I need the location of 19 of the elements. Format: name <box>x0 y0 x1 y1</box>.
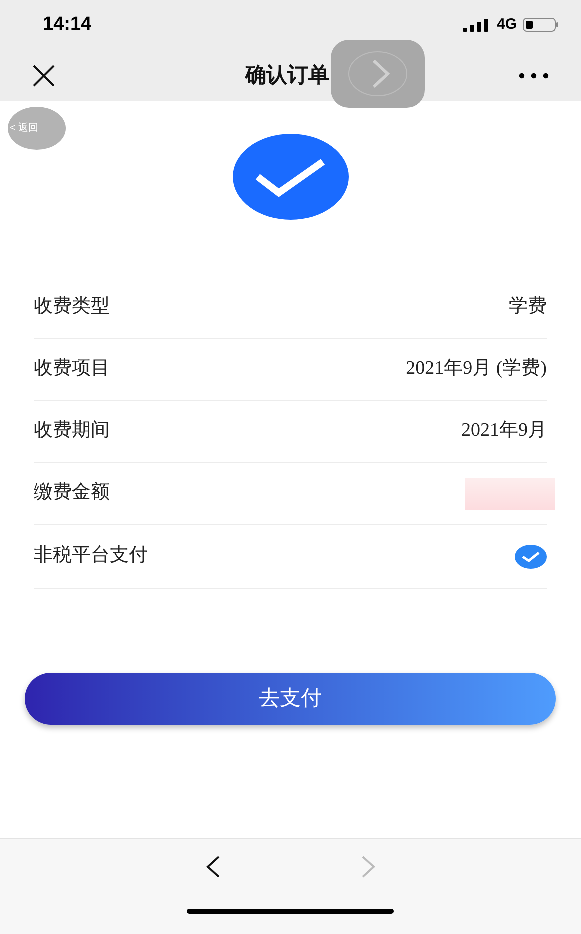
success-check-icon <box>232 134 348 220</box>
chevron-right-icon <box>348 51 408 97</box>
row-label: 收费期间 <box>34 419 110 444</box>
row-label: 缴费金额 <box>34 481 110 506</box>
row-label: 非税平台支付 <box>34 544 148 568</box>
close-icon[interactable] <box>32 64 56 88</box>
pay-button[interactable]: 去支付 <box>25 673 556 725</box>
more-icon[interactable] <box>519 72 549 78</box>
status-time: 14:14 <box>43 12 92 37</box>
battery-icon <box>523 18 559 32</box>
row-value: 2021年9月 <box>462 419 547 444</box>
page-title: 确认订单 <box>246 62 330 89</box>
row-value: 学费 <box>509 295 547 320</box>
checkbox[interactable] <box>515 544 547 568</box>
row-label: 收费类型 <box>34 295 110 320</box>
signal-icon <box>462 18 491 32</box>
row-label: 收费项目 <box>34 357 110 382</box>
network-type: 4G <box>496 14 517 35</box>
row-value: 2021年9月 (学费) <box>406 357 547 382</box>
